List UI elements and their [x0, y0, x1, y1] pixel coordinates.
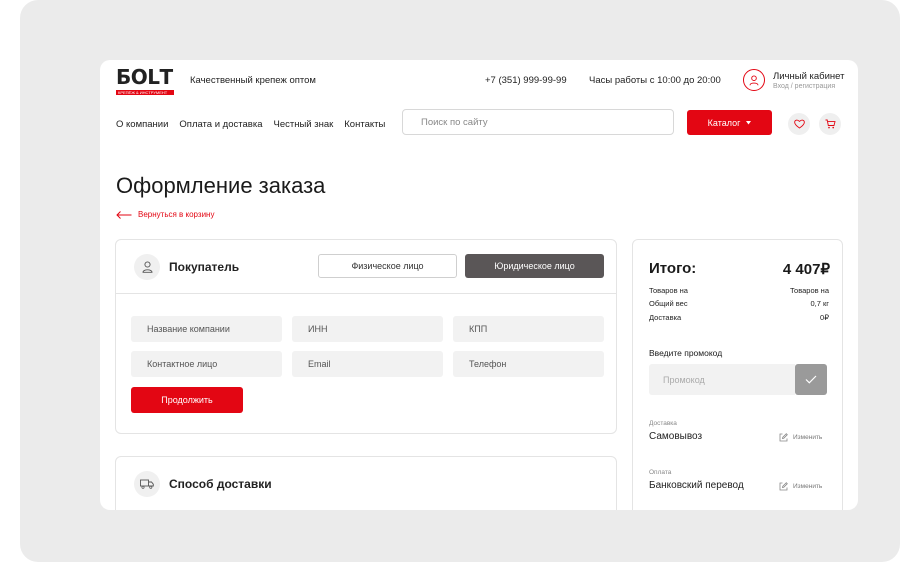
summary-title: Итого: — [649, 260, 697, 277]
delivery-label: Доставка — [649, 420, 677, 427]
search-input[interactable] — [402, 109, 674, 135]
working-hours: Часы работы с 10:00 до 20:00 — [589, 75, 721, 86]
login-register-link[interactable]: Вход / регистрация — [773, 83, 835, 90]
payment-label: Оплата — [649, 469, 672, 476]
tagline: Качественный крепеж оптом — [190, 75, 316, 86]
logo[interactable]: БОLТ КРЕПЁЖ & ИНСТРУМЕНТ — [116, 65, 176, 95]
check-icon — [805, 375, 817, 384]
back-to-cart-link[interactable]: Вернуться в корзину — [116, 210, 214, 219]
account-link[interactable]: Личный кабинет — [773, 71, 844, 82]
payment-value: Банковский перевод — [649, 480, 744, 491]
logo-text: БОLТ — [116, 65, 173, 89]
summary-row-value: 0,7 кг — [810, 299, 829, 308]
contact-person-field[interactable]: Контактное лицо — [131, 351, 282, 377]
heart-icon — [793, 119, 805, 129]
email-field[interactable]: Email — [292, 351, 443, 377]
edit-icon — [779, 482, 788, 491]
summary-row-weight: Общий вес 0,7 кг — [649, 299, 829, 308]
continue-button[interactable]: Продолжить — [131, 387, 243, 413]
phone-field[interactable]: Телефон — [453, 351, 604, 377]
arrow-left-icon — [116, 210, 132, 219]
user-icon — [134, 254, 160, 280]
promo-code-input[interactable] — [649, 364, 795, 395]
checkout-page: БОLТ КРЕПЁЖ & ИНСТРУМЕНТ Качественный кр… — [100, 60, 858, 510]
truck-icon — [134, 471, 160, 497]
summary-row-label: Общий вес — [649, 299, 688, 308]
summary-total: 4 407₽ — [782, 261, 830, 278]
change-label: Изменить — [793, 483, 823, 490]
individual-type-button[interactable]: Физическое лицо — [318, 254, 457, 278]
favorites-button[interactable] — [788, 113, 810, 135]
nav-item-contacts[interactable]: Контакты — [344, 119, 385, 130]
nav-item-honest-sign[interactable]: Честный знак — [273, 119, 333, 130]
edit-icon — [779, 433, 788, 442]
main-nav: О компании Оплата и доставка Честный зна… — [116, 119, 385, 130]
change-delivery-button[interactable]: Изменить — [779, 433, 822, 442]
summary-row-items: Товаров на Товаров на — [649, 286, 829, 295]
legal-entity-type-button[interactable]: Юридическое лицо — [465, 254, 604, 278]
cart-icon — [825, 119, 836, 129]
buyer-title: Покупатель — [169, 260, 240, 274]
delivery-value: Самовывоз — [649, 431, 703, 442]
logo-subtitle: КРЕПЁЖ & ИНСТРУМЕНТ — [116, 90, 174, 95]
back-to-cart-label: Вернуться в корзину — [138, 210, 215, 219]
change-payment-button[interactable]: Изменить — [779, 482, 822, 491]
cart-button[interactable] — [819, 113, 841, 135]
order-summary-card: Итого: 4 407₽ Товаров на Товаров на Общи… — [632, 239, 843, 510]
delivery-method-card: Способ доставки — [115, 456, 617, 510]
change-label: Изменить — [793, 434, 823, 441]
divider — [116, 293, 616, 294]
phone-link[interactable]: +7 (351) 999-99-99 — [485, 75, 567, 86]
catalog-button[interactable]: Каталог — [687, 110, 772, 135]
summary-row-value: 0₽ — [820, 313, 829, 322]
chevron-down-icon — [746, 120, 752, 124]
nav-item-payment-delivery[interactable]: Оплата и доставка — [179, 119, 262, 130]
summary-row-label: Товаров на — [649, 286, 688, 295]
summary-row-value: Товаров на — [790, 286, 829, 295]
buyer-card: Покупатель Физическое лицо Юридическое л… — [115, 239, 617, 434]
catalog-label: Каталог — [707, 117, 741, 128]
promo-label: Введите промокод — [649, 348, 723, 358]
page-background: БОLТ КРЕПЁЖ & ИНСТРУМЕНТ Качественный кр… — [20, 0, 900, 562]
user-icon[interactable] — [743, 69, 765, 91]
page-title: Оформление заказа — [116, 173, 326, 198]
kpp-field[interactable]: КПП — [453, 316, 604, 342]
summary-row-label: Доставка — [649, 313, 682, 322]
apply-promo-button[interactable] — [795, 364, 827, 395]
nav-item-about[interactable]: О компании — [116, 119, 168, 130]
delivery-method-title: Способ доставки — [169, 477, 272, 491]
summary-row-delivery: Доставка 0₽ — [649, 313, 829, 322]
company-name-field[interactable]: Название компании — [131, 316, 282, 342]
inn-field[interactable]: ИНН — [292, 316, 443, 342]
